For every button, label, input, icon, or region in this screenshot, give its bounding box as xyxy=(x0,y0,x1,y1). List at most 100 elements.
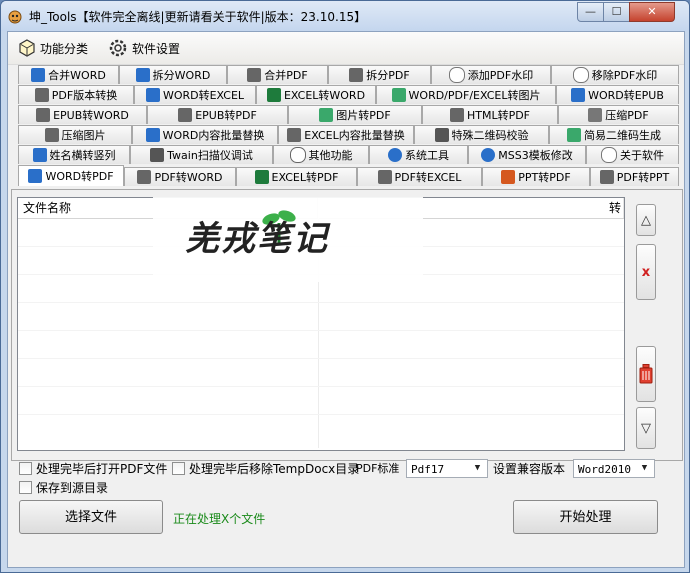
trash-icon xyxy=(639,364,653,384)
tab-split-pdf[interactable]: 拆分PDF xyxy=(328,65,431,84)
clear-button[interactable] xyxy=(636,346,656,402)
gear-icon xyxy=(481,148,496,162)
tab-word-to-pdf[interactable]: WORD转PDF xyxy=(18,165,124,186)
tab-excel-batch-replace[interactable]: EXCEL内容批量替换 xyxy=(278,125,414,144)
info-icon xyxy=(601,147,617,163)
tab-about[interactable]: 关于软件 xyxy=(586,145,679,164)
category-label: 功能分类 xyxy=(40,41,89,56)
tab-pdf-version[interactable]: PDF版本转换 xyxy=(18,85,134,104)
start-processing-button[interactable]: 开始处理 xyxy=(513,500,658,534)
tab-qrcode-verify[interactable]: 特殊二维码校验 xyxy=(414,125,549,144)
tab-excel-to-word[interactable]: EXCEL转WORD xyxy=(256,85,376,104)
tab-pdf-to-excel[interactable]: PDF转EXCEL xyxy=(357,167,482,186)
tab-remove-watermark[interactable]: 移除PDF水印 xyxy=(551,65,679,84)
tab-twain-scanner[interactable]: Twain扫描仪调试 xyxy=(130,145,273,164)
status-text: 正在处理X个文件 xyxy=(173,512,266,526)
minimize-button[interactable]: — xyxy=(577,2,604,22)
row-line xyxy=(18,386,624,387)
epub-icon xyxy=(178,108,193,122)
window-title: 坤_Tools【软件完全离线|更新请看关于软件|版本：23.10.15】 xyxy=(29,10,367,24)
chevron-down-icon: ▼ xyxy=(474,463,481,473)
pdf-standard-select[interactable]: Pdf17 ▼ xyxy=(406,459,488,478)
remove-temp-option[interactable]: 处理完毕后移除TempDocx目录 xyxy=(172,460,359,477)
tab-to-image[interactable]: WORD/PDF/EXCEL转图片 xyxy=(376,85,556,104)
move-up-button[interactable]: △ xyxy=(636,204,656,236)
word-icon xyxy=(571,88,586,102)
tab-pdf-to-ppt[interactable]: PDF转PPT xyxy=(590,167,679,186)
category-menu-button[interactable]: 功能分类 xyxy=(18,38,88,58)
app-icon xyxy=(8,10,22,24)
category-icon xyxy=(19,39,35,57)
row-line xyxy=(18,358,624,359)
open-after-option[interactable]: 处理完毕后打开PDF文件 xyxy=(19,460,167,477)
qrcode-icon xyxy=(434,128,449,142)
gear-icon xyxy=(109,39,127,57)
tab-mss3-template[interactable]: MSS3模板修改 xyxy=(468,145,586,164)
row-line xyxy=(18,414,624,415)
ppt-icon xyxy=(501,170,516,184)
row-line xyxy=(18,302,624,303)
pdf-icon xyxy=(34,88,49,102)
tab-word-batch-replace[interactable]: WORD内容批量替换 xyxy=(132,125,278,144)
word-icon xyxy=(145,88,160,102)
watermark-text: 羌戎笔记 xyxy=(185,219,329,259)
tab-excel-to-pdf[interactable]: EXCEL转PDF xyxy=(236,167,357,186)
tab-compress-pdf[interactable]: 压缩PDF xyxy=(558,105,679,124)
tab-add-watermark[interactable]: 添加PDF水印 xyxy=(431,65,551,84)
maximize-button[interactable]: ☐ xyxy=(603,2,630,22)
tab-merge-pdf[interactable]: 合并PDF xyxy=(227,65,328,84)
function-tabs: 合并WORD 拆分WORD 合并PDF 拆分PDF 添加PDF水印 移除PDF水… xyxy=(8,65,684,189)
more-icon xyxy=(289,147,306,163)
watermark-overlay: 羌戎笔记 xyxy=(153,197,423,282)
compress-icon xyxy=(44,128,59,142)
title-bar: 坤_Tools【软件完全离线|更新请看关于软件|版本：23.10.15】 — ☐… xyxy=(1,1,689,31)
tab-ppt-to-pdf[interactable]: PPT转PDF xyxy=(482,167,590,186)
compat-version-select[interactable]: Word2010 ▼ xyxy=(573,459,655,478)
select-files-button[interactable]: 选择文件 xyxy=(19,500,163,534)
tab-epub-to-pdf[interactable]: EPUB转PDF xyxy=(147,105,288,124)
compress-icon xyxy=(588,108,603,122)
word-icon xyxy=(135,68,150,82)
toolbar: 功能分类 软件设置 xyxy=(8,32,684,65)
remove-temp-checkbox[interactable] xyxy=(172,462,185,475)
tab-system-tools[interactable]: 系统工具 xyxy=(369,145,468,164)
close-button[interactable]: ✕ xyxy=(629,2,675,22)
tab-word-to-excel[interactable]: WORD转EXCEL xyxy=(134,85,256,104)
chevron-down-icon: ▼ xyxy=(641,463,648,473)
tab-merge-word[interactable]: 合并WORD xyxy=(18,65,119,84)
word-icon xyxy=(32,148,47,162)
pdf-icon xyxy=(349,68,364,82)
tab-pdf-to-word[interactable]: PDF转WORD xyxy=(124,167,236,186)
tab-image-to-pdf[interactable]: 图片转PDF xyxy=(288,105,422,124)
watermark-icon xyxy=(572,67,589,83)
tab-split-word[interactable]: 拆分WORD xyxy=(119,65,227,84)
settings-label: 软件设置 xyxy=(132,41,181,56)
image-icon xyxy=(319,108,334,122)
tab-html-to-pdf[interactable]: HTML转PDF xyxy=(422,105,558,124)
pdf-standard-label: PDF标准 xyxy=(356,462,400,475)
tab-name-vertical[interactable]: 姓名横转竖列 xyxy=(18,145,130,164)
app-window: 坤_Tools【软件完全离线|更新请看关于软件|版本：23.10.15】 — ☐… xyxy=(0,0,690,573)
tab-qrcode-generate[interactable]: 简易二维码生成 xyxy=(549,125,679,144)
word-icon xyxy=(145,128,160,142)
gear-icon xyxy=(388,148,402,162)
excel-icon xyxy=(287,128,302,142)
tab-other-functions[interactable]: 其他功能 xyxy=(273,145,369,164)
scanner-icon xyxy=(150,148,165,162)
settings-menu-button[interactable]: 软件设置 xyxy=(108,38,180,58)
tab-compress-image[interactable]: 压缩图片 xyxy=(18,125,132,144)
save-to-source-checkbox[interactable] xyxy=(19,481,32,494)
open-after-checkbox[interactable] xyxy=(19,462,32,475)
word-icon xyxy=(28,169,43,183)
save-to-source-option[interactable]: 保存到源目录 xyxy=(19,479,108,496)
client-area: 功能分类 软件设置 合并WORD 拆分WORD 合并PDF 拆分PDF 添加PD… xyxy=(7,31,685,568)
move-down-button[interactable]: ▽ xyxy=(636,407,656,449)
remove-button[interactable]: x xyxy=(636,244,656,300)
tab-word-to-epub[interactable]: WORD转EPUB xyxy=(556,85,679,104)
pdf-icon xyxy=(377,170,392,184)
epub-icon xyxy=(36,108,51,122)
excel-icon xyxy=(266,88,281,102)
excel-icon xyxy=(254,170,269,184)
compat-version-label: 设置兼容版本 xyxy=(493,462,566,476)
tab-epub-to-word[interactable]: EPUB转WORD xyxy=(18,105,147,124)
